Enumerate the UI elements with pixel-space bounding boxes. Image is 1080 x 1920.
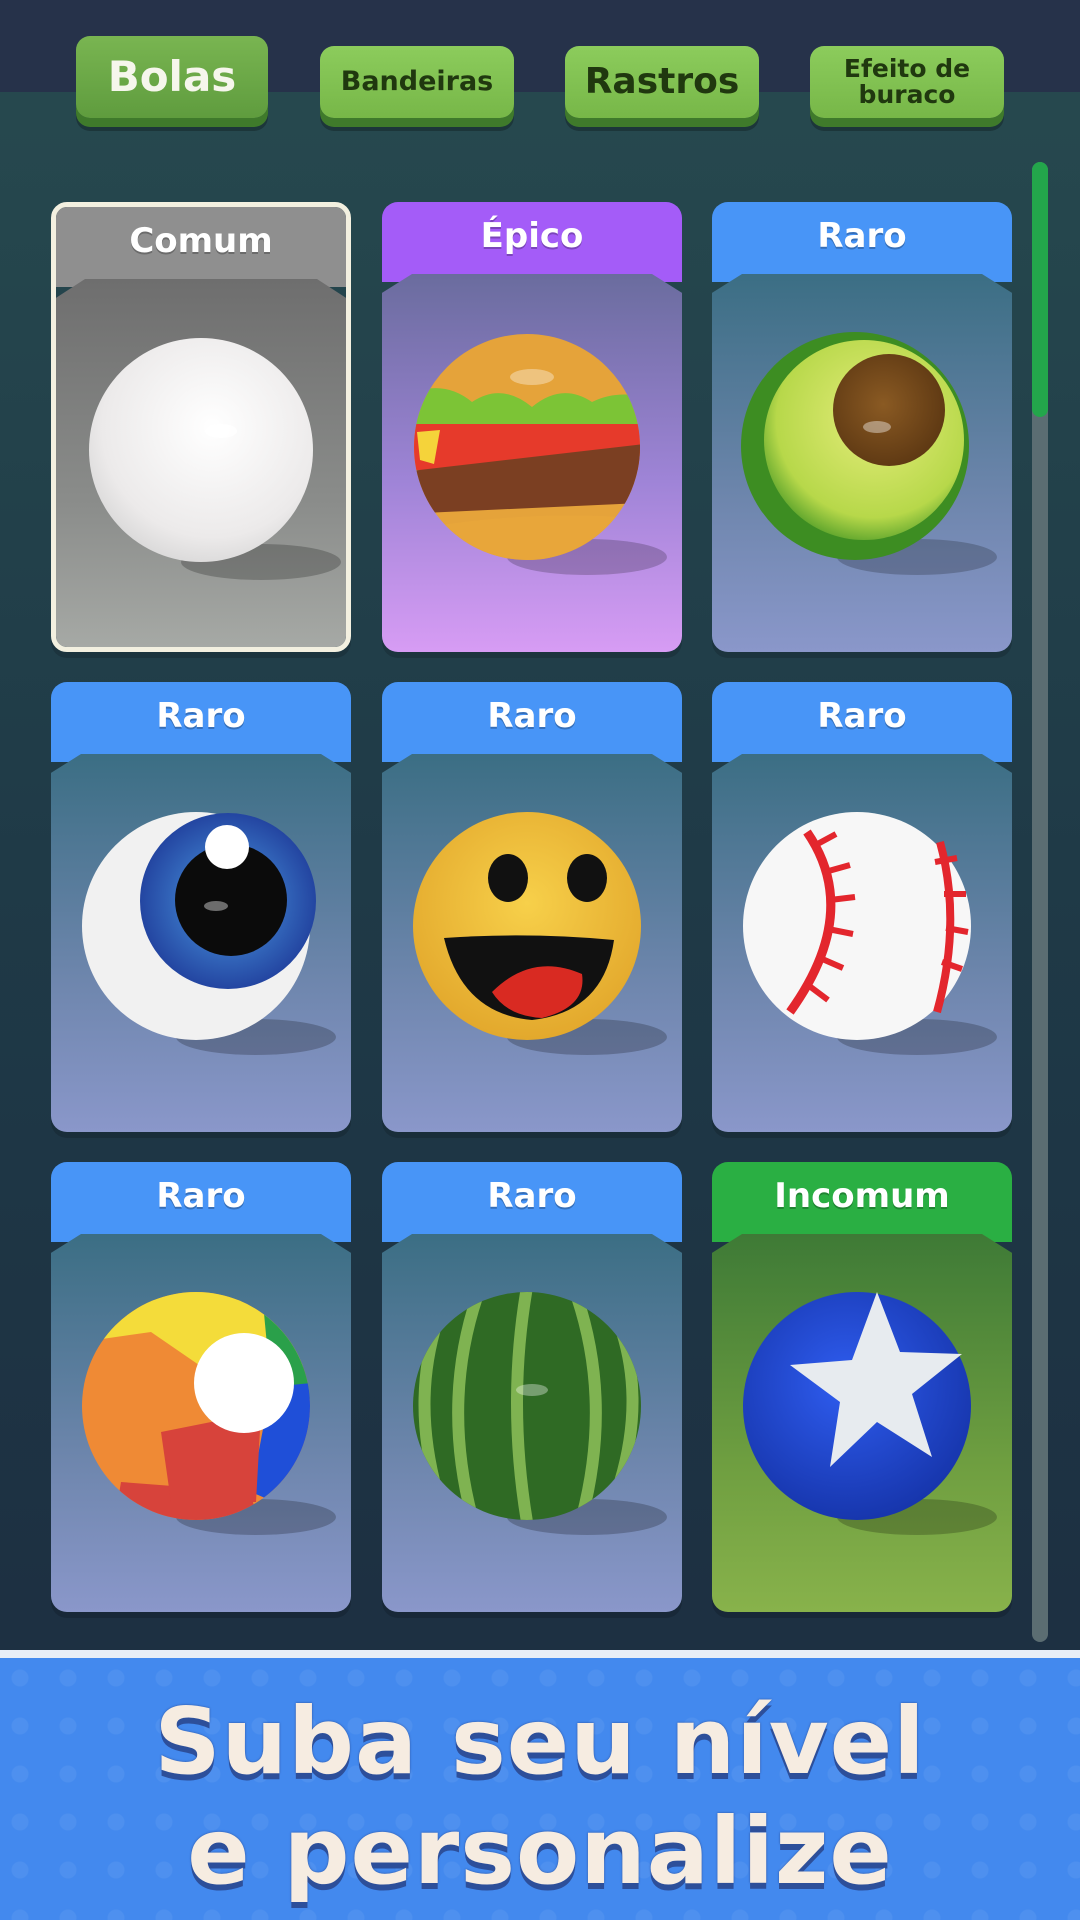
banner-line-1: Suba seu nível	[154, 1688, 926, 1795]
ball-card-beach-ball[interactable]: Raro	[51, 1162, 351, 1612]
burger-ball-icon	[414, 334, 667, 575]
scrollbar-thumb[interactable]	[1032, 162, 1048, 417]
beach-ball-icon	[82, 1292, 336, 1535]
ball-card-avocado[interactable]: Raro	[712, 202, 1012, 652]
eyeball-icon	[82, 812, 336, 1055]
ball-card-eyeball[interactable]: Raro	[51, 682, 351, 1132]
banner-line-2: e personalize	[187, 1798, 893, 1905]
ball-card-watermelon[interactable]: Raro	[382, 1162, 682, 1612]
smiley-ball-icon	[413, 812, 667, 1055]
star-ball-icon	[743, 1292, 997, 1535]
ball-card-baseball[interactable]: Raro	[712, 682, 1012, 1132]
tab-efeito-de-buraco[interactable]: Efeito de buraco	[810, 46, 1004, 118]
category-tabs: Bolas Bandeiras Rastros Efeito de buraco	[0, 0, 1080, 140]
ball-card-smiley[interactable]: Raro	[382, 682, 682, 1132]
tab-rastros[interactable]: Rastros	[565, 46, 759, 118]
tab-bandeiras[interactable]: Bandeiras	[320, 46, 514, 118]
white-ball-icon	[89, 338, 341, 580]
baseball-icon	[743, 812, 997, 1055]
ball-card-white[interactable]: Comum	[51, 202, 351, 652]
tab-bolas[interactable]: Bolas	[76, 36, 268, 118]
promo-banner: Suba seu nível e personalize	[0, 1650, 1080, 1920]
ball-card-star[interactable]: Incomum	[712, 1162, 1012, 1612]
ball-card-burger[interactable]: Épico	[382, 202, 682, 652]
watermelon-ball-icon	[413, 1292, 667, 1535]
avocado-ball-icon	[741, 332, 997, 575]
